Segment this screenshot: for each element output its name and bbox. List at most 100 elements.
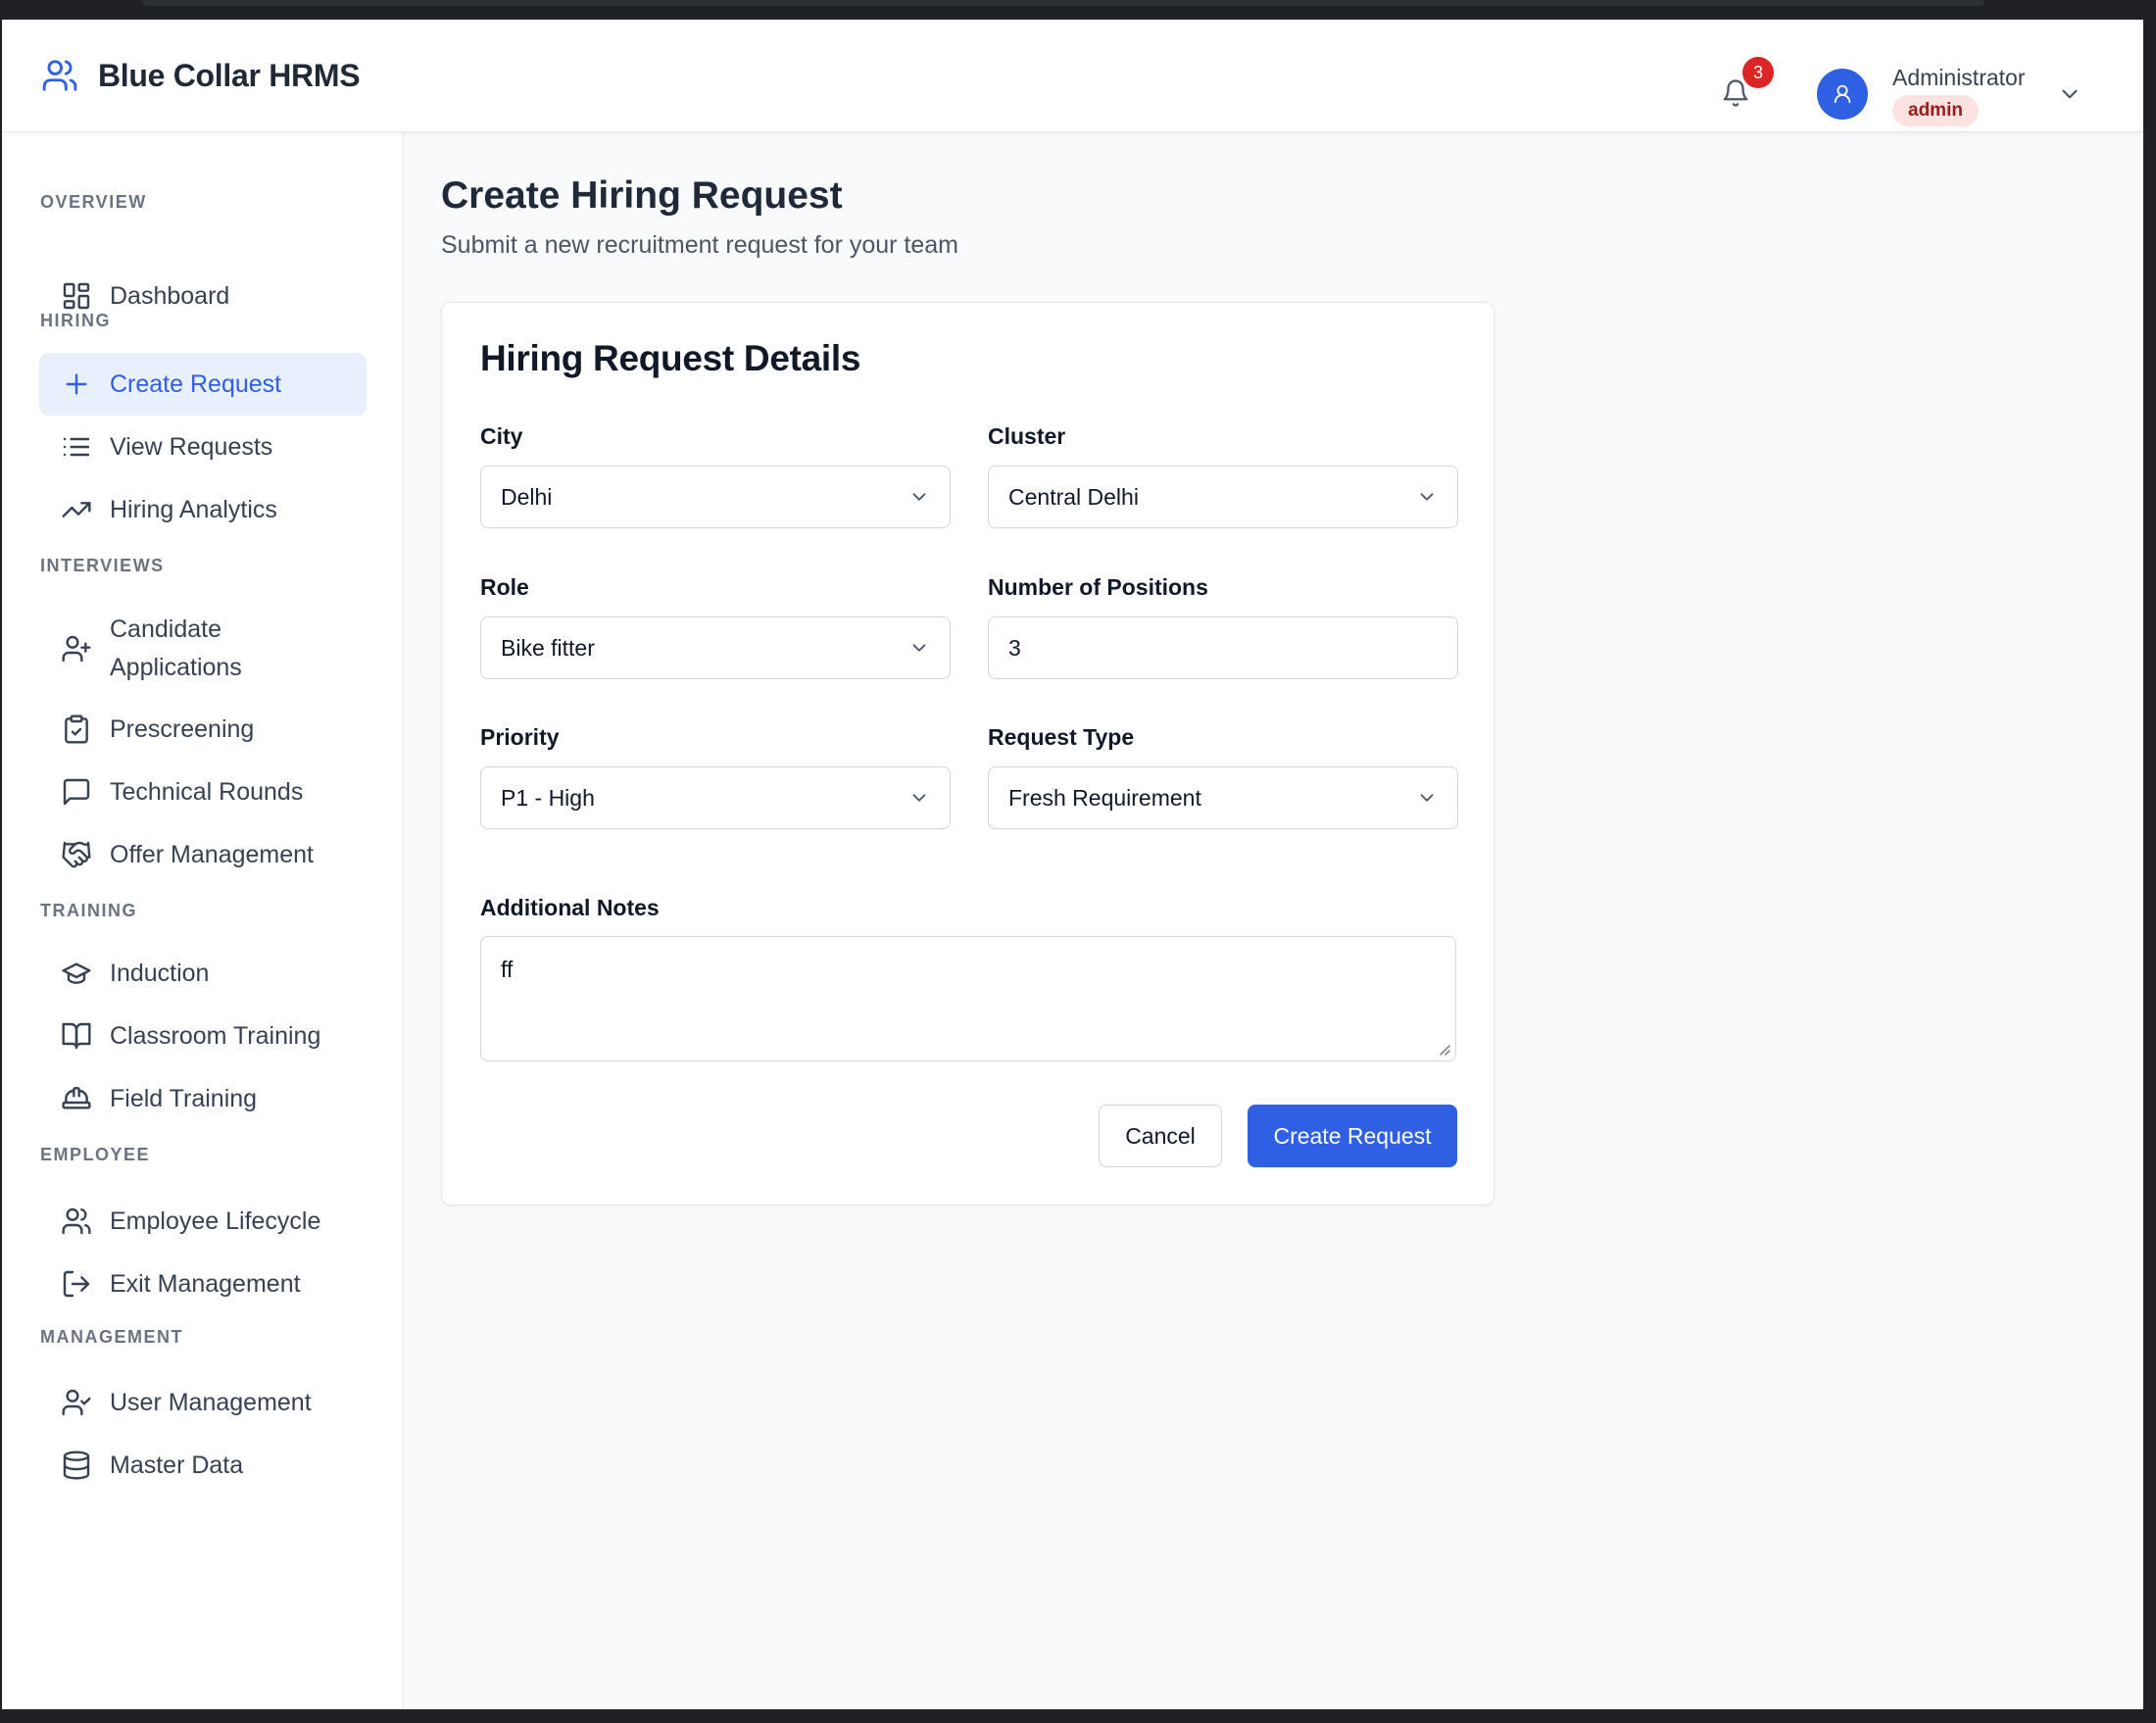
cluster-label: Cluster bbox=[988, 423, 1066, 449]
plus-icon bbox=[66, 373, 87, 395]
priority-value: P1 - High bbox=[501, 785, 595, 811]
sidebar-item-label: Classroom Training bbox=[110, 1021, 321, 1050]
sidebar-item-label-line2: Applications bbox=[110, 654, 242, 681]
sidebar-item-label: Induction bbox=[110, 959, 210, 987]
app-title: Blue Collar HRMS bbox=[98, 58, 361, 93]
browser-chrome bbox=[0, 0, 2156, 20]
users-icon bbox=[62, 1207, 91, 1235]
sidebar-item-label: Prescreening bbox=[110, 714, 255, 743]
request-type-select[interactable]: Fresh Requirement bbox=[988, 766, 1458, 829]
sidebar-item-label: Candidate Applications bbox=[110, 611, 242, 687]
log-out-icon bbox=[63, 1270, 90, 1298]
chevron-down-icon bbox=[1420, 493, 1434, 501]
handshake-icon bbox=[62, 841, 91, 868]
sidebar-item-field-training[interactable]: Field Training bbox=[39, 1067, 367, 1130]
chevron-down-icon[interactable] bbox=[2057, 81, 2082, 107]
user-name: Administrator bbox=[1892, 65, 2026, 90]
section-employee: EMPLOYEE bbox=[40, 1145, 151, 1164]
chevron-down-icon bbox=[912, 644, 926, 652]
hard-hat-icon bbox=[62, 1087, 91, 1109]
sidebar-item-label: Dashboard bbox=[110, 281, 230, 310]
section-hiring: HIRING bbox=[40, 311, 111, 330]
sidebar-item-classroom-training[interactable]: Classroom Training bbox=[39, 1005, 367, 1067]
sidebar-item-exit-management[interactable]: Exit Management bbox=[39, 1253, 367, 1315]
cluster-select[interactable]: Central Delhi bbox=[988, 466, 1458, 528]
section-overview: OVERVIEW bbox=[40, 192, 147, 212]
chevron-down-icon bbox=[912, 794, 926, 802]
request-type-label: Request Type bbox=[988, 724, 1135, 750]
app-window: Blue Collar HRMS 3 Administrator admin O… bbox=[2, 20, 2143, 1709]
cancel-button[interactable]: Cancel bbox=[1099, 1105, 1222, 1167]
layout-dashboard-icon bbox=[63, 282, 90, 310]
clipboard-check-icon bbox=[65, 714, 88, 744]
sidebar-item-user-management[interactable]: User Management bbox=[39, 1371, 367, 1434]
user-check-icon bbox=[62, 1389, 91, 1416]
resize-handle-icon[interactable] bbox=[1436, 1041, 1451, 1057]
sidebar-item-technical-rounds[interactable]: Technical Rounds bbox=[39, 761, 367, 823]
section-interviews: INTERVIEWS bbox=[40, 556, 165, 575]
user-plus-icon bbox=[62, 635, 91, 663]
notes-textarea[interactable]: ff bbox=[480, 936, 1456, 1061]
browser-url-bar[interactable] bbox=[142, 0, 1984, 6]
notes-label: Additional Notes bbox=[480, 895, 660, 920]
sidebar-item-label: Field Training bbox=[110, 1084, 258, 1112]
request-type-value: Fresh Requirement bbox=[1008, 785, 1201, 811]
sidebar-item-label: Hiring Analytics bbox=[110, 495, 277, 523]
window-edge bbox=[2143, 20, 2156, 1709]
chevron-down-icon bbox=[1420, 794, 1434, 802]
section-management: MANAGEMENT bbox=[40, 1327, 183, 1347]
graduation-cap-icon bbox=[62, 962, 91, 984]
sidebar-item-label: Create Request bbox=[110, 369, 282, 398]
sidebar-item-offer-management[interactable]: Offer Management bbox=[39, 823, 367, 886]
sidebar-item-label: Master Data bbox=[110, 1451, 244, 1479]
sidebar-item-label: Offer Management bbox=[110, 840, 314, 868]
sidebar: OVERVIEW Dashboard HIRING Create Request… bbox=[2, 132, 404, 1709]
positions-label: Number of Positions bbox=[988, 574, 1208, 600]
sidebar-item-view-requests[interactable]: View Requests bbox=[39, 416, 367, 478]
city-select[interactable]: Delhi bbox=[480, 466, 951, 528]
sidebar-item-create-request[interactable]: Create Request bbox=[39, 353, 367, 416]
positions-input[interactable]: 3 bbox=[988, 616, 1458, 679]
priority-select[interactable]: P1 - High bbox=[480, 766, 951, 829]
top-bar: Blue Collar HRMS 3 Administrator admin bbox=[2, 20, 2143, 132]
users-icon bbox=[42, 60, 77, 91]
section-training: TRAINING bbox=[40, 901, 137, 920]
message-square-icon bbox=[63, 778, 90, 806]
sidebar-item-label: Technical Rounds bbox=[110, 777, 304, 806]
city-label: City bbox=[480, 423, 523, 449]
list-icon bbox=[63, 437, 90, 457]
positions-value: 3 bbox=[1008, 635, 1021, 661]
trending-up-icon bbox=[62, 502, 91, 517]
role-label: Role bbox=[480, 574, 529, 600]
chevron-down-icon bbox=[912, 493, 926, 501]
priority-label: Priority bbox=[480, 724, 560, 750]
sidebar-item-hiring-analytics[interactable]: Hiring Analytics bbox=[39, 478, 367, 541]
user-role-badge: admin bbox=[1892, 95, 1979, 126]
sidebar-item-label: User Management bbox=[110, 1388, 312, 1416]
create-request-button[interactable]: Create Request bbox=[1248, 1105, 1457, 1167]
book-open-icon bbox=[62, 1022, 91, 1050]
sidebar-item-prescreening[interactable]: Prescreening bbox=[39, 698, 367, 761]
notes-value: ff bbox=[501, 957, 514, 982]
form-title: Hiring Request Details bbox=[480, 338, 861, 378]
database-icon bbox=[63, 1451, 90, 1480]
user-icon bbox=[1834, 84, 1851, 104]
cluster-value: Central Delhi bbox=[1008, 484, 1139, 510]
avatar[interactable] bbox=[1817, 69, 1868, 120]
sidebar-item-label: Exit Management bbox=[110, 1269, 301, 1298]
notification-count-badge: 3 bbox=[1742, 57, 1774, 88]
role-select[interactable]: Bike fitter bbox=[480, 616, 951, 679]
hiring-request-form-card: Hiring Request Details City Delhi Cluste… bbox=[441, 302, 1494, 1206]
role-value: Bike fitter bbox=[501, 635, 595, 661]
page-subtitle: Submit a new recruitment request for you… bbox=[441, 231, 959, 259]
city-value: Delhi bbox=[501, 484, 553, 510]
sidebar-item-candidate-applications[interactable]: Candidate Applications bbox=[39, 605, 367, 693]
sidebar-item-label: View Requests bbox=[110, 432, 273, 461]
sidebar-item-employee-lifecycle[interactable]: Employee Lifecycle bbox=[39, 1190, 367, 1253]
sidebar-item-master-data[interactable]: Master Data bbox=[39, 1434, 367, 1497]
sidebar-item-induction[interactable]: Induction bbox=[39, 942, 367, 1005]
sidebar-item-label: Employee Lifecycle bbox=[110, 1206, 321, 1235]
sidebar-item-label-line1: Candidate bbox=[110, 615, 221, 643]
page-title: Create Hiring Request bbox=[441, 174, 843, 217]
window-edge-bottom bbox=[0, 1709, 2156, 1723]
